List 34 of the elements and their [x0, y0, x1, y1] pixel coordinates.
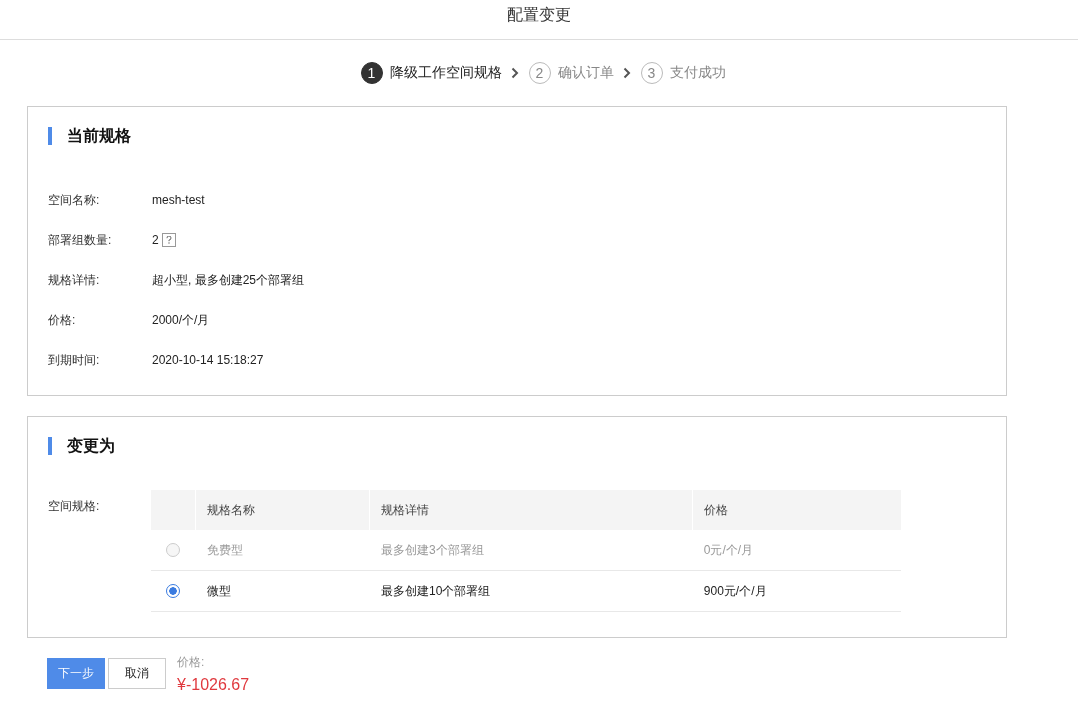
table-cell: 微型 — [195, 570, 370, 612]
table-cell: 免费型 — [195, 530, 370, 571]
table-cell: 0元/个/月 — [692, 530, 901, 571]
chevron-right-icon — [510, 67, 519, 79]
table-cell: 最多创建3个部署组 — [370, 530, 693, 571]
field-label: 规格详情: — [48, 271, 101, 289]
price-label: 价格: — [177, 654, 206, 671]
table-cell: 最多创建10个部署组 — [370, 570, 693, 612]
step-number: 1 — [360, 62, 383, 84]
step-label: 降级工作空间规格 — [389, 64, 502, 82]
page-title: 配置变更 — [507, 5, 571, 25]
step-label: 支付成功 — [669, 64, 726, 82]
field-value: mesh-test — [152, 193, 205, 207]
field-label: 空间名称: — [48, 191, 101, 209]
radio-button[interactable] — [166, 584, 181, 599]
column-header: 规格详情 — [370, 490, 693, 530]
field-value: 2000/个/月 — [152, 311, 210, 329]
table-cell: 900元/个/月 — [692, 570, 901, 612]
field-label: 空间规格: — [48, 498, 101, 515]
help-icon[interactable] — [161, 233, 176, 247]
field-label: 价格: — [48, 311, 77, 329]
section-title: 变更为 — [48, 437, 986, 455]
column-header: 规格名称 — [195, 490, 370, 530]
cancel-button[interactable]: 取消 — [108, 658, 166, 689]
step-label: 确认订单 — [557, 64, 614, 82]
field-label: 部署组数量: — [48, 231, 113, 249]
field-label: 到期时间: — [48, 351, 101, 369]
field-value: 2020-10-14 15:18:27 — [152, 353, 264, 367]
field-value: 2 — [152, 233, 159, 247]
field-value: 超小型, 最多创建25个部署组 — [152, 271, 304, 289]
column-header: 价格 — [692, 490, 901, 530]
chevron-right-icon — [622, 67, 631, 79]
price-value: ¥-1026.67 — [177, 676, 250, 694]
section-title: 当前规格 — [48, 127, 986, 145]
